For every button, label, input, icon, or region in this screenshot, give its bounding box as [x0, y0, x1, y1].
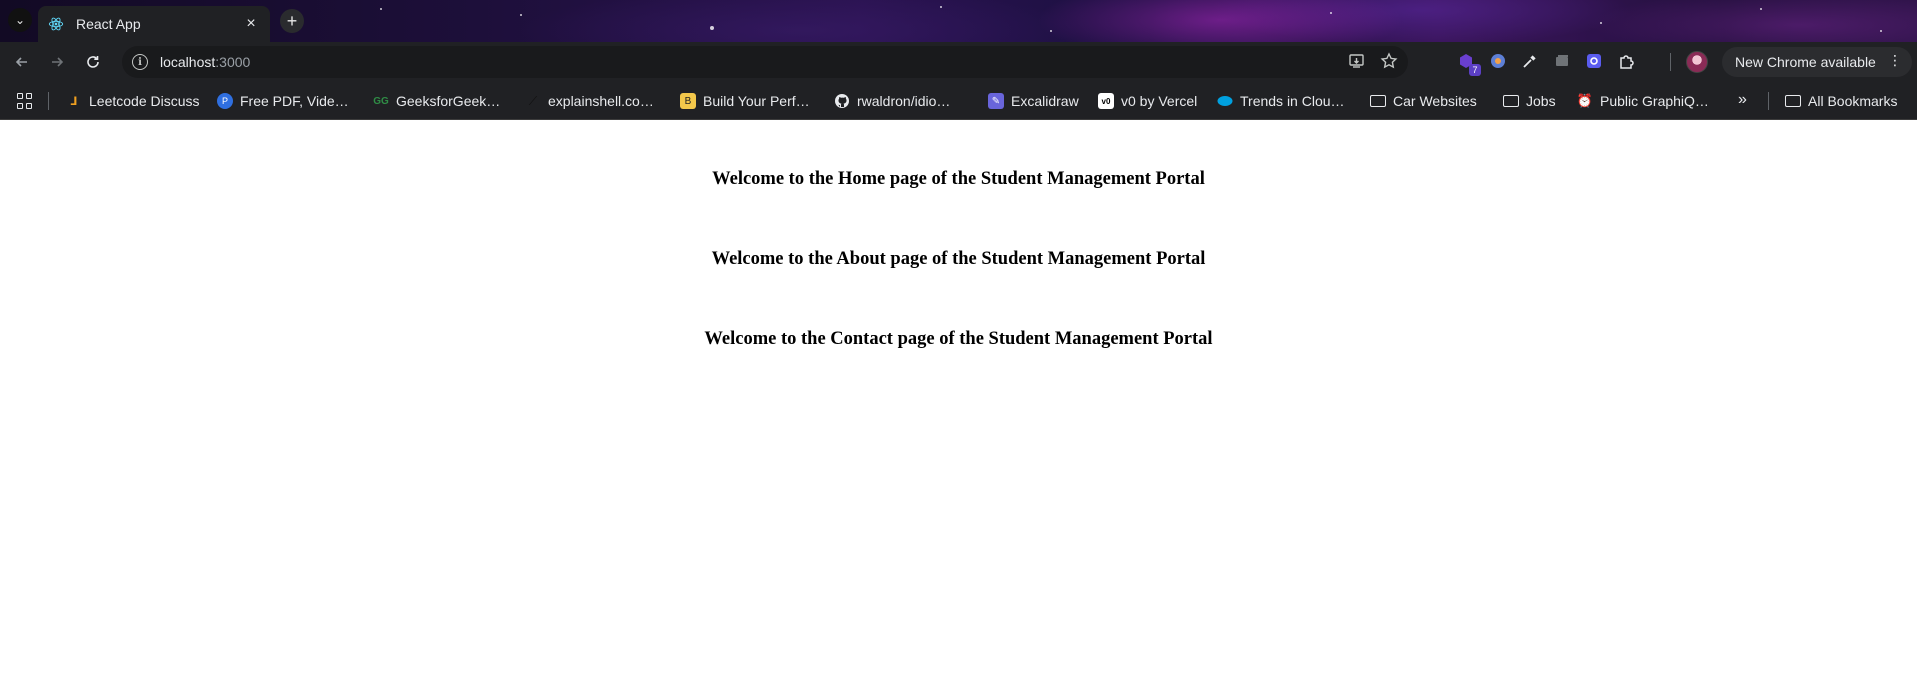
firefox-relay-icon [1491, 54, 1505, 68]
bookmark-folder-jobs[interactable]: Jobs [1503, 91, 1556, 111]
background-star [520, 14, 522, 16]
bookmarks-divider [48, 92, 49, 110]
bookmark-build-your-perf[interactable]: B Build Your Perf… [680, 91, 810, 111]
background-star [1600, 22, 1602, 24]
bookmark-label: Jobs [1526, 93, 1556, 109]
explainshell-icon: ⟋ [528, 93, 538, 108]
bookmark-excalidraw[interactable]: ✎ Excalidraw [988, 91, 1079, 111]
extension-button[interactable] [1583, 50, 1605, 72]
folder-icon [1785, 95, 1801, 107]
address-bar[interactable]: i localhost:3000 [122, 46, 1408, 78]
background-star [710, 26, 714, 30]
bookmark-folder-car-websites[interactable]: Car Websites [1370, 91, 1477, 111]
profile-avatar[interactable] [1686, 51, 1708, 73]
extension-button[interactable] [1551, 50, 1573, 72]
bookmarks-bar: ᒧ Leetcode Discuss P Free PDF, Vide… GG … [0, 82, 1917, 120]
graphiql-icon: ⏰ [1576, 93, 1594, 108]
leetcode-icon: ᒧ [70, 95, 78, 108]
chevron-down-icon: ⌄ [14, 13, 26, 27]
bookmark-label: Car Websites [1393, 93, 1477, 109]
chrome-update-button[interactable]: New Chrome available ⋮ [1722, 47, 1912, 77]
apps-grid-icon[interactable] [17, 93, 33, 109]
settings-gear-extension-icon [1587, 54, 1601, 68]
folder-icon [1503, 95, 1519, 107]
bookmark-star-icon[interactable] [1380, 52, 1398, 70]
tab-search-button[interactable]: ⌄ [8, 8, 32, 32]
extensions-menu-button[interactable] [1615, 50, 1637, 72]
url-port: :3000 [215, 54, 251, 70]
bookmark-trends-in-cloud[interactable]: Trends in Clou… [1217, 91, 1345, 111]
url-host: localhost [160, 54, 216, 70]
toolbar-divider [1670, 53, 1671, 71]
salesforce-icon [1217, 93, 1233, 109]
omnibox-actions [1348, 52, 1398, 70]
bookmark-label: GeeksforGeek… [396, 93, 501, 109]
bookmark-v0-vercel[interactable]: v0 v0 by Vercel [1098, 91, 1197, 111]
home-heading: Welcome to the Home page of the Student … [712, 169, 1205, 189]
tab-strip: ⌄ React App × + [0, 0, 1917, 42]
puzzle-icon [1620, 55, 1634, 69]
bookmark-label: rwaldron/idio… [857, 93, 951, 109]
update-label: New Chrome available [1735, 54, 1876, 70]
bookmark-free-pdf[interactable]: P Free PDF, Vide… [217, 91, 349, 111]
bookmark-label: explainshell.co… [548, 93, 654, 109]
react-icon [48, 17, 64, 31]
background-star [1330, 12, 1332, 14]
bookmarks-overflow-icon[interactable]: » [1738, 91, 1747, 109]
bookmark-label: Leetcode Discuss [89, 93, 200, 109]
background-star [1880, 30, 1882, 32]
extension-button[interactable]: 7 [1455, 50, 1481, 76]
reload-button[interactable] [79, 48, 107, 76]
build-icon: B [680, 93, 696, 109]
extension-button[interactable] [1519, 50, 1541, 72]
free-pdf-icon: P [217, 93, 233, 109]
background-star [940, 6, 942, 8]
bookmark-explainshell[interactable]: ⟋ explainshell.co… [525, 91, 654, 111]
background-star [1050, 30, 1052, 32]
address-url[interactable]: localhost:3000 [160, 54, 250, 70]
forward-button[interactable] [43, 48, 71, 76]
bookmark-geeksforgeeks[interactable]: GG GeeksforGeek… [373, 91, 500, 111]
bookmark-label: Free PDF, Vide… [240, 93, 349, 109]
background-star [380, 8, 382, 10]
close-icon[interactable]: × [242, 15, 260, 33]
extension-badge: 7 [1469, 64, 1481, 76]
arrow-left-icon [15, 57, 27, 67]
window-stack-icon [1556, 55, 1568, 66]
about-heading: Welcome to the About page of the Student… [711, 249, 1206, 269]
bookmark-label: Build Your Perf… [703, 93, 810, 109]
folder-icon [1370, 95, 1386, 107]
all-bookmarks-label: All Bookmarks [1808, 93, 1898, 109]
reload-icon [87, 56, 99, 68]
browser-toolbar: i localhost:3000 7 New Chrome available … [0, 42, 1917, 82]
bookmark-label: Excalidraw [1011, 93, 1079, 109]
github-icon [835, 94, 849, 108]
plus-icon: + [286, 11, 298, 31]
extension-button[interactable] [1487, 50, 1509, 72]
gfg-icon: GG [373, 95, 389, 107]
bookmark-label: v0 by Vercel [1121, 93, 1198, 109]
new-tab-button[interactable]: + [280, 9, 304, 33]
bookmark-label: Public GraphiQ… [1600, 93, 1709, 109]
eyedropper-icon [1523, 55, 1536, 68]
install-app-icon[interactable] [1348, 52, 1366, 70]
all-bookmarks-button[interactable]: All Bookmarks [1785, 91, 1897, 111]
v0-icon: v0 [1098, 93, 1114, 109]
back-button[interactable] [8, 48, 36, 76]
site-info-icon[interactable]: i [132, 54, 148, 70]
kebab-menu-icon[interactable]: ⋮ [1888, 52, 1902, 69]
bookmark-github-rwaldron[interactable]: rwaldron/idio… [834, 91, 950, 111]
contact-heading: Welcome to the Contact page of the Stude… [704, 329, 1213, 349]
page-content: Welcome to the Home page of the Student … [0, 121, 1917, 693]
arrow-right-icon [52, 57, 64, 67]
tab-title: React App [76, 16, 141, 32]
tab-react-app[interactable]: React App × [38, 6, 270, 42]
bookmarks-divider [1768, 92, 1769, 110]
excalidraw-icon: ✎ [988, 93, 1004, 109]
bookmark-label: Trends in Clou… [1240, 93, 1345, 109]
bookmark-public-graphiql[interactable]: ⏰ Public GraphiQ… [1577, 91, 1709, 111]
extensions-area: 7 [1455, 50, 1637, 76]
background-star [1760, 8, 1762, 10]
bookmark-leetcode[interactable]: ᒧ Leetcode Discuss [66, 91, 200, 111]
